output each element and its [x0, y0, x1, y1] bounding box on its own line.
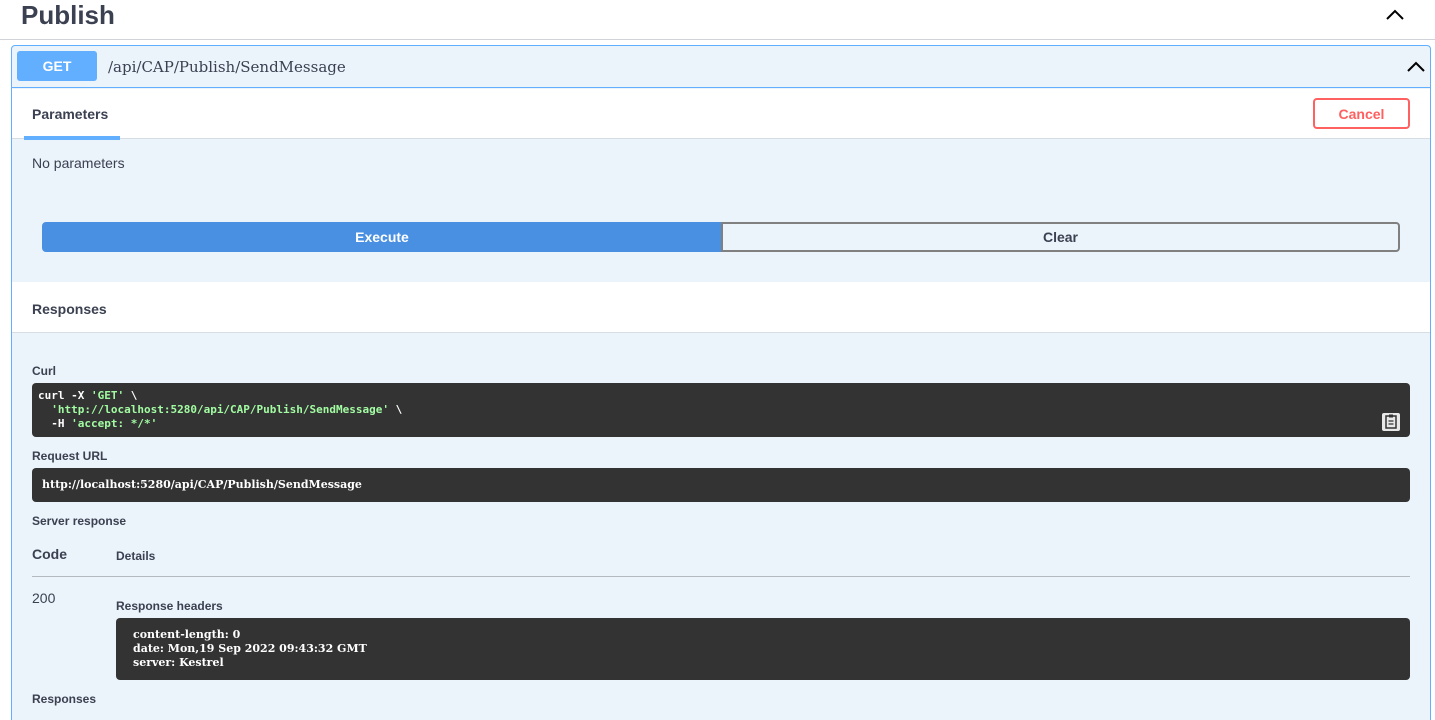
curl-line: -H 'accept: */*' [38, 417, 158, 430]
table-divider [32, 576, 1410, 577]
header-line: date: Mon,19 Sep 2022 09:43:32 GMT [133, 642, 367, 655]
tab-parameters[interactable]: Parameters [32, 106, 108, 122]
tag-title: Publish [21, 0, 115, 30]
column-header-details: Details [116, 549, 156, 563]
copy-to-clipboard-icon[interactable] [1382, 413, 1400, 431]
tag-section-header[interactable]: Publish [0, 0, 1435, 40]
server-response-label: Server response [32, 514, 127, 528]
response-headers-block[interactable]: content-length: 0 date: Mon,19 Sep 2022 … [116, 618, 1410, 680]
column-header-code: Code [32, 546, 67, 562]
curl-label: Curl [32, 364, 56, 378]
response-headers-label: Response headers [116, 599, 223, 613]
chevron-up-icon[interactable] [1383, 6, 1407, 24]
no-parameters-text: No parameters [32, 155, 125, 171]
operation-path: /api/CAP/Publish/SendMessage [108, 58, 346, 76]
header-line: server: Kestrel [133, 656, 224, 669]
curl-line: 'http://localhost:5280/api/CAP/Publish/S… [51, 403, 403, 416]
cancel-button[interactable]: Cancel [1313, 98, 1410, 129]
http-method-badge: GET [17, 51, 97, 81]
operation-summary[interactable]: GET /api/CAP/Publish/SendMessage [12, 46, 1430, 88]
active-tab-indicator [24, 136, 120, 140]
chevron-up-icon[interactable] [1405, 59, 1427, 75]
response-status-code: 200 [32, 590, 56, 606]
responses-title: Responses [32, 301, 107, 317]
operation-block: GET /api/CAP/Publish/SendMessage Paramet… [11, 45, 1431, 720]
parameters-header: Parameters Cancel [12, 89, 1430, 140]
header-line: content-length: 0 [133, 628, 241, 641]
execute-button[interactable]: Execute [42, 222, 722, 252]
curl-code-block[interactable]: curl -X 'GET' \ 'http://localhost:5280/a… [32, 383, 1410, 437]
request-url-block[interactable]: http://localhost:5280/api/CAP/Publish/Se… [32, 468, 1410, 502]
request-url-label: Request URL [32, 449, 108, 463]
clear-button[interactable]: Clear [721, 222, 1400, 252]
curl-line: curl -X 'GET' \ [38, 389, 138, 402]
responses-subheading: Responses [32, 692, 97, 706]
responses-header: Responses [12, 282, 1430, 333]
